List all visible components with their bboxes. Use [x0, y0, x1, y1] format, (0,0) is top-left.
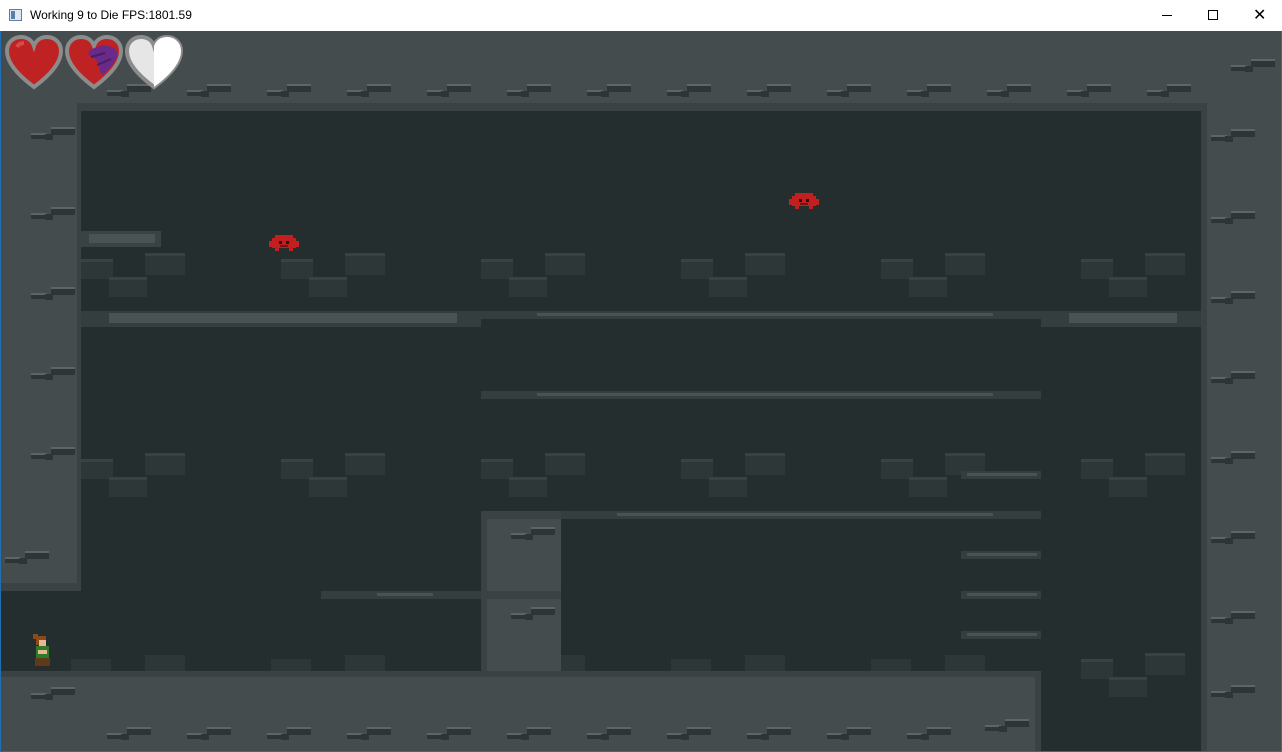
window-titlebar[interactable]: Working 9 to Die FPS:1801.59 ✕ [0, 0, 1282, 32]
game-viewport[interactable] [1, 31, 1281, 751]
hud-hearts [5, 35, 183, 89]
minimize-icon [1162, 15, 1172, 16]
left-wall [1, 31, 81, 591]
maximize-icon [1208, 10, 1218, 20]
app-icon [9, 9, 22, 21]
maximize-button[interactable] [1190, 0, 1236, 31]
window-title: Working 9 to Die FPS:1801.59 [30, 8, 192, 22]
close-button[interactable]: ✕ [1236, 0, 1282, 31]
close-icon: ✕ [1253, 5, 1267, 24]
center-pillar [481, 511, 561, 671]
minimize-button[interactable] [1144, 0, 1190, 31]
